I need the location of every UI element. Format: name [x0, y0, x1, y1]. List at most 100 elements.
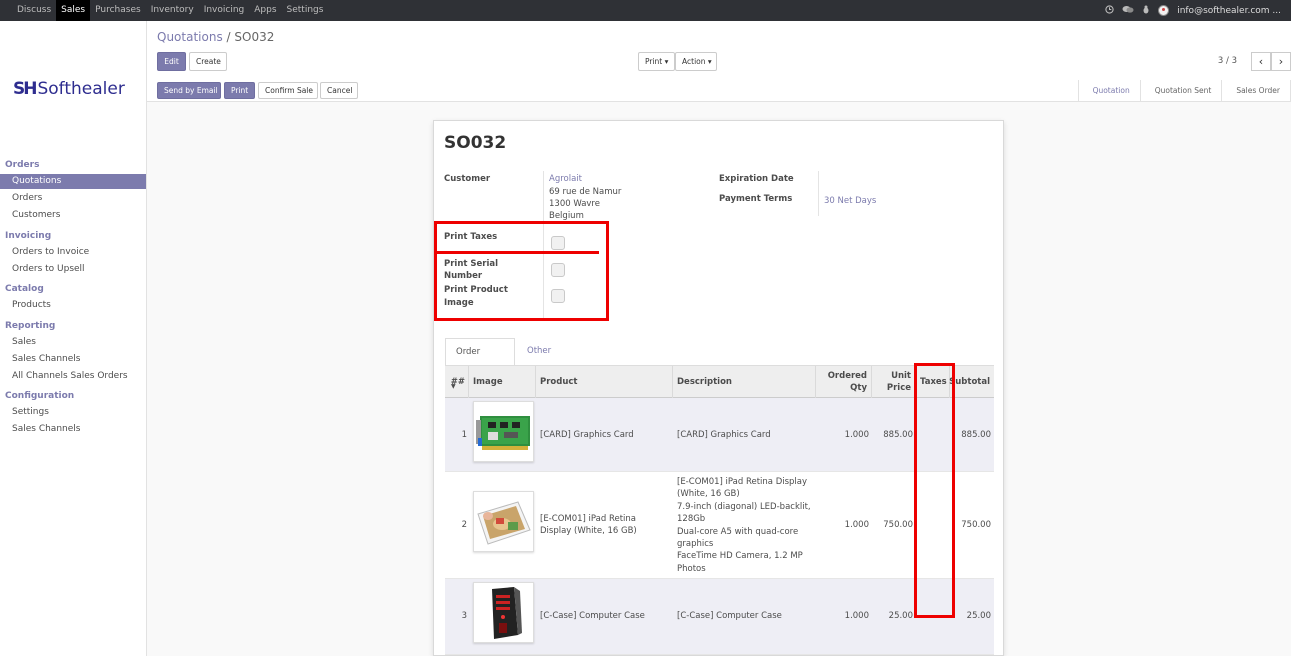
bug-icon[interactable] [1142, 5, 1150, 17]
action-dropdown[interactable]: Action ▾ [675, 52, 717, 71]
col-qty-label-2: Qty [850, 383, 867, 393]
computer-case-icon [492, 587, 522, 639]
sidebar-section-orders: Orders [5, 160, 40, 170]
stage-quotation-sent[interactable]: Quotation Sent [1141, 80, 1223, 101]
logo-text: Softhealer [37, 79, 125, 99]
row-subtotal: 750.00 [961, 520, 991, 530]
table-row[interactable]: 2 [E-COM01] iPad Retina Display (White, … [445, 472, 994, 579]
row-desc-line5: Dual-core A5 with quad-core [677, 526, 799, 537]
sidebar-item-sales[interactable]: Sales [0, 335, 146, 350]
sidebar-item-orders-to-upsell[interactable]: Orders to Upsell [0, 262, 146, 277]
row-desc-line2: (White, 16 GB) [677, 489, 740, 500]
send-by-email-button[interactable]: Send by Email [157, 82, 221, 99]
breadcrumb: Quotations / SO032 [157, 30, 274, 44]
user-email[interactable]: info@softhealer.com ... [1177, 6, 1281, 16]
col-number[interactable]: ▼ ## [445, 366, 469, 398]
nav-sales[interactable]: Sales [56, 0, 91, 21]
nav-apps[interactable]: Apps [249, 0, 281, 21]
record-title: SO032 [444, 133, 507, 153]
col-product[interactable]: Product [536, 366, 673, 398]
table-header: ▼ ## Image Product Description Ordered Qt… [445, 366, 994, 398]
nav-inventory[interactable]: Inventory [146, 0, 199, 21]
sidebar-item-quotations[interactable]: Quotations [0, 174, 146, 189]
nav-purchases[interactable]: Purchases [90, 0, 146, 21]
sidebar-item-customers[interactable]: Customers [0, 208, 146, 223]
create-button[interactable]: Create [189, 52, 227, 71]
row-price: 885.00 [883, 430, 913, 440]
row-number: 2 [461, 520, 467, 530]
confirm-sale-button[interactable]: Confirm Sale [258, 82, 318, 99]
sidebar-section-configuration: Configuration [5, 391, 75, 401]
expiration-date-label: Expiration Date [719, 174, 794, 184]
sidebar-item-settings[interactable]: Settings [0, 405, 146, 420]
chat-icon[interactable] [1122, 5, 1134, 17]
col-product-label: Product [540, 377, 578, 387]
stage-quotation[interactable]: Quotation [1079, 80, 1141, 101]
col-subtotal[interactable]: Subtotal [949, 366, 994, 398]
edit-button[interactable]: Edit [157, 52, 186, 71]
sidebar-item-all-channels-sales-orders[interactable]: All Channels Sales Orders [0, 369, 146, 384]
row-qty: 1.000 [844, 611, 869, 621]
breadcrumb-current: SO032 [234, 30, 275, 44]
stage-sales-order[interactable]: Sales Order [1222, 80, 1291, 101]
row-number: 1 [461, 430, 467, 440]
col-image-label: Image [473, 377, 503, 387]
sidebar-item-config-sales-channels[interactable]: Sales Channels [0, 422, 146, 437]
row-desc-line7: FaceTime HD Camera, 1.2 MP [677, 551, 803, 562]
systray: info@softhealer.com ... [1105, 0, 1281, 21]
product-image-computer-case [473, 582, 534, 643]
customer-address-line1: 69 rue de Namur [549, 187, 622, 197]
col-price-label-1: Unit [891, 371, 911, 381]
row-subtotal: 25.00 [966, 611, 991, 621]
sidebar-item-orders-to-invoice[interactable]: Orders to Invoice [0, 245, 146, 260]
pager-next-button[interactable]: › [1271, 52, 1291, 71]
breadcrumb-separator: / [226, 30, 231, 44]
annotation-box-print-options [434, 221, 609, 321]
row-desc-line8: Photos [677, 563, 706, 574]
sidebar-item-products[interactable]: Products [0, 298, 146, 313]
row-description: [C-Case] Computer Case [677, 611, 782, 621]
breadcrumb-quotations[interactable]: Quotations [157, 30, 223, 44]
app-menu: Discuss Sales Purchases Inventory Invoic… [0, 0, 328, 21]
col-subtotal-label: Subtotal [949, 377, 990, 387]
print-button[interactable]: Print [224, 82, 255, 99]
customer-label: Customer [444, 174, 491, 184]
row-price: 750.00 [883, 520, 913, 530]
pager-previous-button[interactable]: ‹ [1251, 52, 1271, 71]
print-dropdown[interactable]: Print ▾ [638, 52, 675, 71]
top-navbar: Discuss Sales Purchases Inventory Invoic… [0, 0, 1291, 21]
row-desc-line6: graphics [677, 539, 714, 550]
nav-discuss[interactable]: Discuss [12, 0, 56, 21]
row-description: [CARD] Graphics Card [677, 430, 771, 440]
col-description-label: Description [677, 377, 732, 387]
col-ordered-qty[interactable]: Ordered Qty [816, 366, 872, 398]
col-unit-price[interactable]: Unit Price [872, 366, 916, 398]
tab-other-information[interactable]: Other Information [517, 338, 607, 383]
tab-order-lines[interactable]: Order Lines [445, 338, 515, 384]
logo-mark: SH [13, 79, 38, 99]
payment-terms-value[interactable]: 30 Net Days [824, 195, 876, 208]
row-price: 25.00 [888, 611, 913, 621]
clock-icon[interactable] [1105, 4, 1114, 17]
table-row[interactable]: 1 [CARD] Graphics Card [CARD] Graphics C… [445, 398, 994, 472]
customer-link[interactable]: Agrolait [549, 173, 582, 186]
tablet-icon [477, 501, 531, 545]
row-subtotal: 885.00 [961, 430, 991, 440]
row-product: [CARD] Graphics Card [540, 430, 634, 440]
table-row[interactable]: 3 [C-Case] Computer Case [C-Case] Comput… [445, 579, 994, 655]
annotation-underline [437, 251, 599, 254]
sidebar-item-sales-channels[interactable]: Sales Channels [0, 352, 146, 367]
cancel-button[interactable]: Cancel [320, 82, 358, 99]
nav-invoicing[interactable]: Invoicing [199, 0, 250, 21]
row-description: [E-COM01] iPad Retina Display (White, 16… [677, 476, 811, 575]
nav-settings[interactable]: Settings [282, 0, 329, 21]
col-image[interactable]: Image [469, 366, 536, 398]
user-avatar[interactable] [1158, 5, 1170, 16]
sidebar-item-orders[interactable]: Orders [0, 191, 146, 206]
row-product-line2: Display (White, 16 GB) [540, 526, 637, 537]
pager-value: 3 / 3 [1217, 56, 1237, 66]
row-qty: 1.000 [844, 520, 869, 530]
col-description[interactable]: Description [673, 366, 816, 398]
status-bar: Quotation Quotation Sent Sales Order [1077, 80, 1291, 101]
sort-down-icon: ▼ [451, 383, 456, 390]
